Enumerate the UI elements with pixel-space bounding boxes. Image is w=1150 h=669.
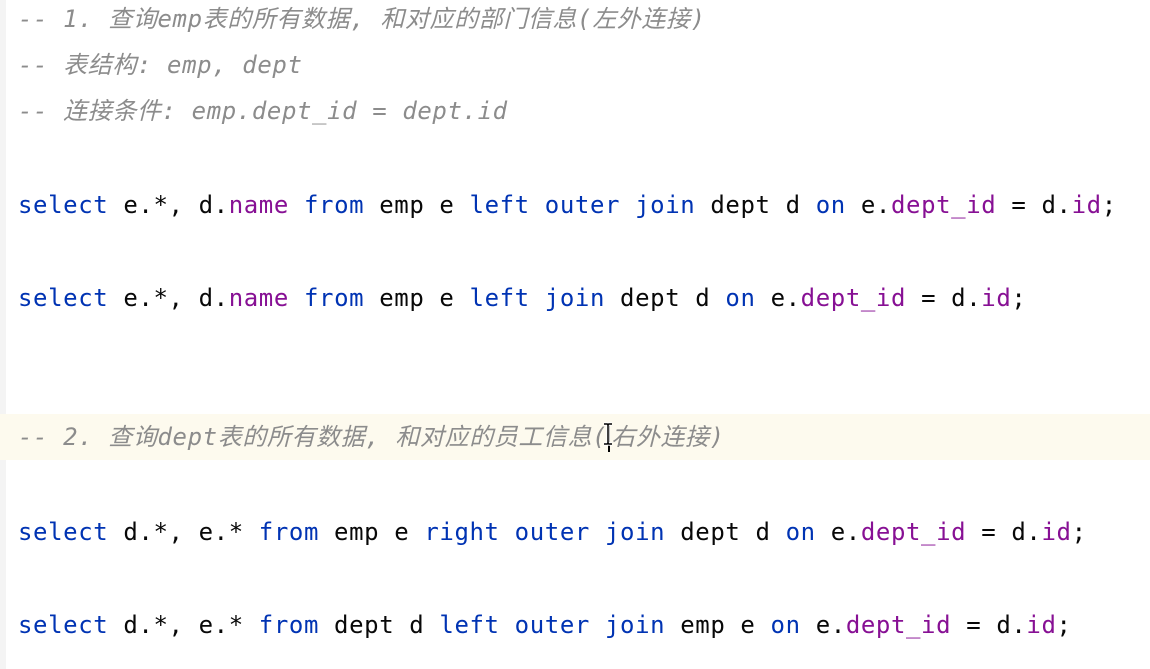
code-token: e.	[755, 284, 801, 312]
keyword: from	[303, 284, 365, 312]
keyword: on	[770, 611, 801, 639]
comment-text-after-caret: 右外连接)	[611, 423, 725, 451]
code-token: dept d	[605, 284, 726, 312]
code-text: select e.*, d.name from emp e left join …	[18, 275, 1026, 321]
keyword: select	[18, 518, 109, 546]
field-token: dept_id	[860, 518, 967, 546]
keyword: select	[18, 191, 109, 219]
field-token: dept_id	[800, 284, 907, 312]
code-token: = d.	[966, 518, 1042, 546]
keyword: from	[258, 611, 319, 639]
code-token: dept d	[319, 611, 440, 639]
code-token: d.*, e.*	[108, 518, 259, 546]
comment-text: -- 表结构: emp, dept	[18, 51, 303, 79]
code-token: emp e	[364, 284, 470, 312]
code-token: e.	[815, 518, 861, 546]
text-ibeam-icon	[601, 422, 615, 446]
keyword: join	[604, 518, 666, 546]
sql-line-left-outer-join[interactable]: select e.*, d.name from emp e left outer…	[0, 182, 1150, 228]
field-token: name	[228, 191, 289, 219]
keyword: outer	[544, 191, 621, 219]
code-token: ;	[1071, 518, 1087, 546]
keyword: on	[815, 191, 846, 219]
field-token: id	[1041, 518, 1072, 546]
comment-line-2[interactable]: -- 表结构: emp, dept	[0, 42, 1150, 88]
code-token: ;	[1101, 191, 1117, 219]
comment-text: -- 1. 查询emp表的所有数据, 和对应的部门信息(左外连接)	[18, 5, 706, 33]
keyword: left	[439, 611, 500, 639]
keyword: on	[725, 284, 756, 312]
keyword: right	[424, 518, 500, 546]
sql-line-right-outer-join[interactable]: select d.*, e.* from emp e right outer j…	[0, 509, 1150, 555]
code-token: e.*, d.	[108, 191, 229, 219]
keyword: select	[18, 611, 109, 639]
code-token: = d.	[906, 284, 982, 312]
code-token: dept d	[665, 518, 786, 546]
keyword: from	[258, 518, 319, 546]
code-token: dept d	[695, 191, 816, 219]
field-token: dept_id	[845, 611, 952, 639]
keyword: select	[18, 284, 109, 312]
field-token: id	[1071, 191, 1102, 219]
comment-text-before-caret: -- 2. 查询dept表的所有数据, 和对应的员工信息(	[18, 423, 608, 451]
comment-text: -- 2. 查询dept表的所有数据, 和对应的员工信息(右外连接)	[18, 414, 725, 460]
keyword: join	[635, 191, 696, 219]
code-token: d.*, e.*	[108, 611, 259, 639]
keyword: join	[604, 611, 666, 639]
comment-line-1[interactable]: -- 1. 查询emp表的所有数据, 和对应的部门信息(左外连接)	[0, 0, 1150, 42]
keyword: on	[785, 518, 816, 546]
code-token: e.	[845, 191, 891, 219]
code-token: e.	[800, 611, 846, 639]
code-token: ;	[1011, 284, 1027, 312]
keyword: from	[303, 191, 365, 219]
code-text: select d.*, e.* from dept d left outer j…	[18, 602, 1072, 648]
comment-line-3[interactable]: -- 连接条件: emp.dept_id = dept.id	[0, 88, 1150, 134]
code-token: e.*, d.	[108, 284, 229, 312]
keyword: outer	[514, 518, 590, 546]
code-token: emp e	[319, 518, 425, 546]
comment-text: -- 连接条件: emp.dept_id = dept.id	[18, 97, 508, 125]
code-token: = d.	[996, 191, 1072, 219]
code-token: ;	[1056, 611, 1072, 639]
sql-line-left-join[interactable]: select e.*, d.name from emp e left join …	[0, 275, 1150, 321]
code-text: select e.*, d.name from emp e left outer…	[18, 182, 1117, 228]
keyword: join	[544, 284, 605, 312]
code-token: emp e	[364, 191, 470, 219]
keyword: outer	[514, 611, 590, 639]
code-token: = d.	[951, 611, 1027, 639]
keyword: left	[469, 191, 530, 219]
field-token: id	[1026, 611, 1057, 639]
field-token: dept_id	[890, 191, 997, 219]
code-text: select d.*, e.* from emp e right outer j…	[18, 509, 1087, 555]
field-token: id	[981, 284, 1012, 312]
keyword: left	[469, 284, 530, 312]
code-editor[interactable]: -- 1. 查询emp表的所有数据, 和对应的部门信息(左外连接) -- 表结构…	[0, 0, 1150, 669]
comment-line-4-current[interactable]: -- 2. 查询dept表的所有数据, 和对应的员工信息(右外连接)	[0, 414, 1150, 460]
field-token: name	[228, 284, 289, 312]
sql-line-left-outer-join-reversed[interactable]: select d.*, e.* from dept d left outer j…	[0, 602, 1150, 648]
code-token: emp e	[665, 611, 771, 639]
